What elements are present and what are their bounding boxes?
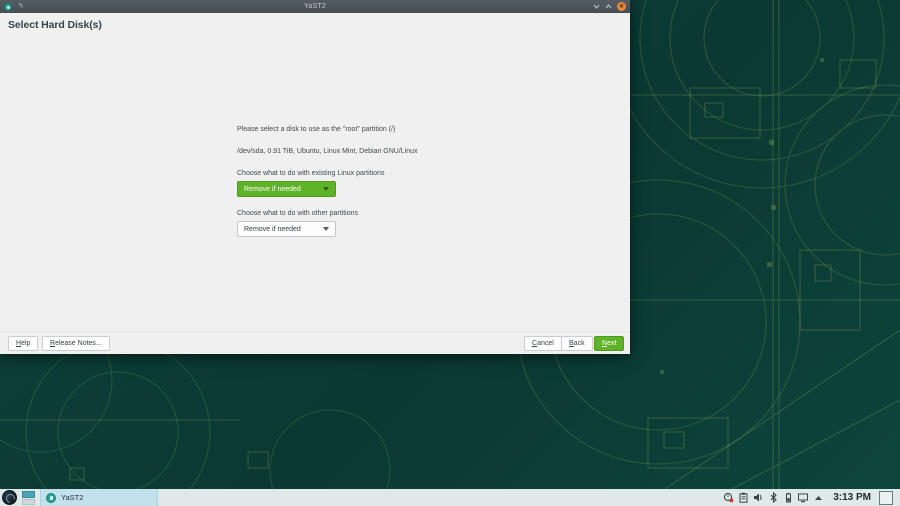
show-desktop-button[interactable]: [879, 491, 893, 505]
taskbar-item-yast2[interactable]: YaST2: [40, 489, 158, 506]
yast2-window: ✎ YaST2 ✕ Select Hard Disk(s) Please sel…: [0, 0, 630, 354]
close-button[interactable]: ✕: [617, 2, 626, 11]
clipboard-icon[interactable]: [737, 492, 749, 504]
desktop: ✎ YaST2 ✕ Select Hard Disk(s) Please sel…: [0, 0, 900, 506]
window-title: YaST2: [0, 3, 630, 10]
maximize-button[interactable]: [605, 3, 612, 10]
caret-up-icon[interactable]: [812, 492, 824, 504]
start-menu-button[interactable]: [2, 490, 17, 505]
yast-app-icon: [46, 493, 56, 503]
desktop-1-active[interactable]: [22, 491, 35, 498]
chevron-down-icon: [323, 227, 329, 231]
other-partitions-select[interactable]: Remove if needed: [237, 221, 336, 237]
cancel-button[interactable]: Cancel: [524, 336, 562, 351]
disk-prompt-text: Please select a disk to use as the "root…: [237, 126, 395, 133]
existing-partitions-select[interactable]: Remove if needed: [237, 181, 336, 197]
clock[interactable]: 3:13 PM: [833, 492, 871, 503]
next-button[interactable]: Next: [594, 336, 624, 351]
window-titlebar[interactable]: ✎ YaST2 ✕: [0, 0, 630, 13]
display-icon[interactable]: [797, 492, 809, 504]
bluetooth-icon[interactable]: [767, 492, 779, 504]
chevron-down-icon: [323, 187, 329, 191]
virtual-desktop-pager[interactable]: [22, 491, 35, 505]
updates-icon[interactable]: [722, 492, 734, 504]
desktop-2[interactable]: [22, 499, 35, 505]
volume-icon[interactable]: [752, 492, 764, 504]
existing-partitions-value: Remove if needed: [244, 186, 301, 193]
taskbar: YaST2: [0, 489, 900, 506]
task-label: YaST2: [61, 493, 83, 502]
existing-partitions-label: Choose what to do with existing Linux pa…: [237, 170, 384, 177]
back-button[interactable]: Back: [561, 336, 593, 351]
other-partitions-label: Choose what to do with other partitions: [237, 210, 358, 217]
dialog-footer: Help Release Notes... Cancel Back Next: [0, 331, 630, 354]
disk-option[interactable]: /dev/sda, 0.91 TiB, Ubuntu, Linux Mint, …: [237, 148, 418, 155]
other-partitions-value: Remove if needed: [244, 226, 301, 233]
help-button[interactable]: Help: [8, 336, 38, 351]
page-title: Select Hard Disk(s): [8, 19, 102, 31]
minimize-button[interactable]: [593, 3, 600, 10]
system-tray: 3:13 PM: [722, 491, 900, 505]
battery-icon[interactable]: [782, 492, 794, 504]
release-notes-button[interactable]: Release Notes...: [42, 336, 110, 351]
